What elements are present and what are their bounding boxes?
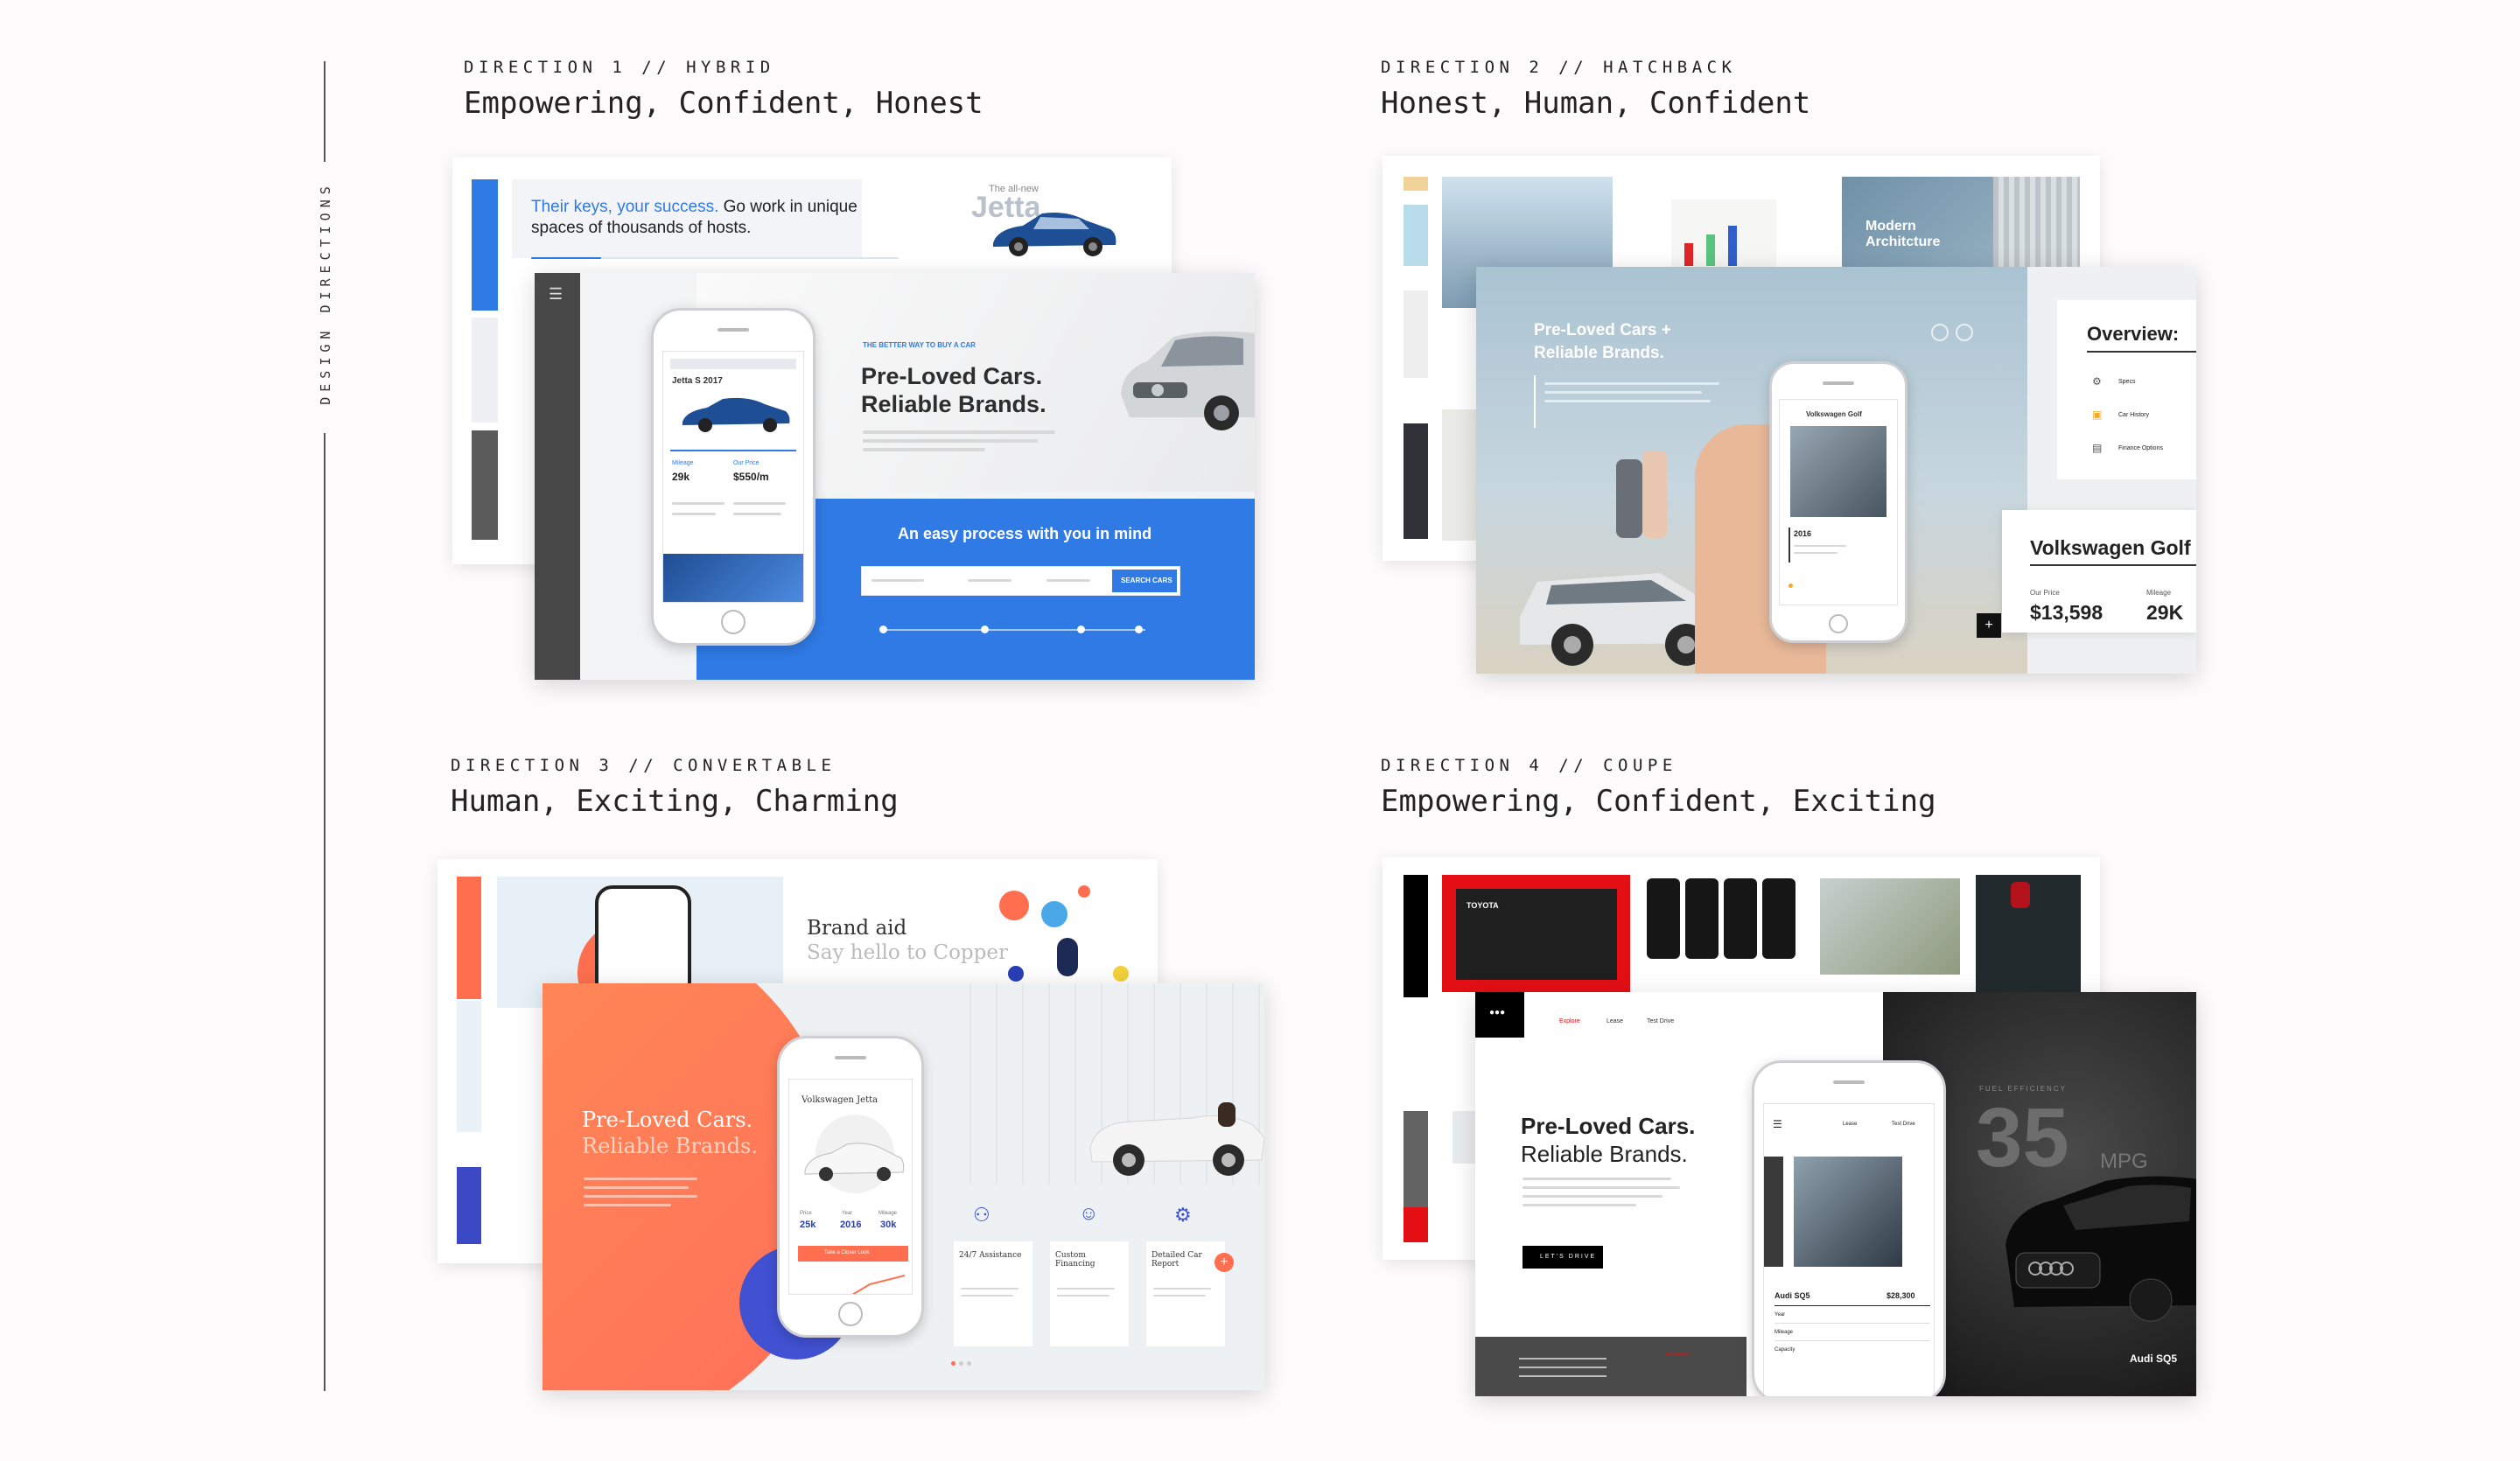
- assistance-icon: ⚇: [973, 1204, 990, 1226]
- direction-1-phone: Jetta S 2017 Mileage Our Price 29k $550/…: [651, 308, 816, 646]
- front-headline-2: Reliable Brands.: [1534, 344, 1664, 362]
- direction-2-title: Honest, Human, Confident: [1381, 86, 1811, 121]
- brand-aid-title: Brand aid: [807, 917, 907, 940]
- direction-2-front-card: Pre-Loved Cars + Reliable Brands. Volksw…: [1476, 267, 2196, 674]
- direction-1-label: DIRECTION 1 // HYBRID: [464, 58, 775, 77]
- direction-3-front-card: Pre-Loved Cars. Reliable Brands. Volkswa…: [542, 983, 1264, 1390]
- silver-car-image: [1121, 331, 1255, 430]
- phone-title: Volkswagen Jetta: [802, 1095, 878, 1105]
- back-headline-line2: spaces of thousands of hosts.: [531, 219, 752, 237]
- section-label: DESIGN DIRECTIONS: [318, 181, 333, 405]
- phone-title: Jetta S 2017: [672, 376, 723, 386]
- price-panel: Volkswagen Golf Our Price Mileage $13,59…: [2002, 510, 2196, 633]
- logo-dots: ●●●: [1489, 1008, 1506, 1017]
- prev-arrow[interactable]: [1931, 324, 1949, 341]
- phone-model: Audi SQ5: [1774, 1291, 1810, 1300]
- rail-line-top: [324, 61, 326, 162]
- specs-icon: ⚙: [2092, 375, 2102, 388]
- direction-3-label: DIRECTION 3 // CONVERTABLE: [451, 756, 836, 775]
- front-headline-2: Reliable Brands.: [1521, 1141, 1688, 1167]
- phone-price: $550/m: [733, 471, 769, 483]
- finance-icon: ▤: [2092, 442, 2103, 454]
- nav-lease[interactable]: Lease: [1606, 1018, 1623, 1024]
- mileage-value: 29K: [2146, 601, 2184, 624]
- overview-item-specs[interactable]: Specs: [2118, 379, 2135, 385]
- modern-title-2: Architcture: [1866, 234, 1941, 249]
- phone-mileage: 30k: [880, 1220, 897, 1230]
- front-headline-1: Pre-Loved Cars.: [582, 1108, 753, 1132]
- process-timeline: [883, 629, 1145, 631]
- overview-title: Overview:: [2087, 323, 2180, 345]
- direction-4-phone: ☰ Lease Test Drive Audi SQ5 $28,300 Year…: [1752, 1060, 1946, 1396]
- front-eyebrow: THE BETTER WAY TO BUY A CAR: [863, 341, 976, 349]
- direction-4-label: DIRECTION 4 // COUPE: [1381, 756, 1677, 775]
- front-headline-1: Pre-Loved Cars.: [1521, 1113, 1696, 1139]
- nav-explore[interactable]: Explore: [1559, 1018, 1580, 1024]
- rail-line-bottom: [324, 433, 326, 1391]
- phone-year: 2016: [840, 1220, 862, 1230]
- search-cars-button[interactable]: SEARCH CARS: [1112, 570, 1177, 592]
- overview-item-finance[interactable]: Finance Options: [2118, 445, 2163, 451]
- price-value: $13,598: [2030, 601, 2104, 624]
- phone-price: 25k: [800, 1220, 816, 1230]
- front-headline-2: Reliable Brands.: [582, 1134, 758, 1158]
- audi-model-label: Audi SQ5: [2130, 1353, 2178, 1365]
- process-heading: An easy process with you in mind: [898, 525, 1152, 542]
- direction-4-front-card: ●●● Explore Lease Test Drive Pre-Loved C…: [1475, 992, 2196, 1396]
- toyota-brand: TOYOTA: [1466, 901, 1499, 910]
- direction-4-title: Empowering, Confident, Exciting: [1381, 784, 1936, 819]
- modern-title-1: Modern: [1866, 219, 1916, 234]
- phone-menu-icon[interactable]: ☰: [1773, 1118, 1782, 1130]
- blue-car-image: [993, 213, 1116, 256]
- next-arrow[interactable]: [1956, 324, 1973, 341]
- history-icon: ▣: [2092, 409, 2103, 421]
- overview-item-history[interactable]: Car History: [2118, 412, 2149, 418]
- front-headline-1: Pre-Loved Cars.: [861, 363, 1043, 389]
- brand-aid-subtitle: Say hello to Copper: [807, 941, 1008, 964]
- phone-mileage: 29k: [672, 471, 690, 483]
- front-headline-1: Pre-Loved Cars +: [1534, 321, 1671, 339]
- phone-price: $28,300: [1886, 1291, 1915, 1300]
- direction-3-title: Human, Exciting, Charming: [451, 784, 899, 819]
- information-label: Information: [1666, 1353, 1693, 1358]
- lets-drive-button[interactable]: LET'S DRIVE: [1522, 1246, 1603, 1269]
- menu-icon[interactable]: ☰: [549, 285, 563, 304]
- direction-2-label: DIRECTION 2 // HATCHBACK: [1381, 58, 1737, 77]
- front-headline-2: Reliable Brands.: [861, 391, 1046, 417]
- direction-1-title: Empowering, Confident, Honest: [464, 86, 984, 121]
- convertible-image: [1089, 1102, 1264, 1176]
- direction-3-phone: Volkswagen Jetta Price Year Mileage 25k …: [777, 1036, 924, 1338]
- plus-button[interactable]: +: [1214, 1253, 1234, 1272]
- model-name: Volkswagen Golf: [2030, 536, 2191, 559]
- direction-2-phone: Volkswagen Golf 2016: [1769, 361, 1908, 643]
- phone-year: 2016: [1794, 529, 1812, 538]
- overview-panel: Overview: ⚙ Specs ▣ Car History ▤ Financ…: [2057, 300, 2196, 479]
- add-button[interactable]: +: [1977, 613, 2001, 638]
- closer-look-button[interactable]: Take a Closer Look: [798, 1246, 908, 1262]
- phone-title: Volkswagen Golf: [1806, 410, 1862, 418]
- direction-1-front-card: ☰ THE BETTER WAY TO BUY A CAR Pre-Loved …: [535, 273, 1255, 680]
- financing-icon: ☺: [1079, 1202, 1099, 1224]
- back-headline: Their keys, your success. Go work in uni…: [531, 198, 858, 216]
- nav-test-drive[interactable]: Test Drive: [1647, 1018, 1674, 1024]
- report-icon: ⚙: [1174, 1204, 1192, 1226]
- audi-image: [2006, 1176, 2196, 1322]
